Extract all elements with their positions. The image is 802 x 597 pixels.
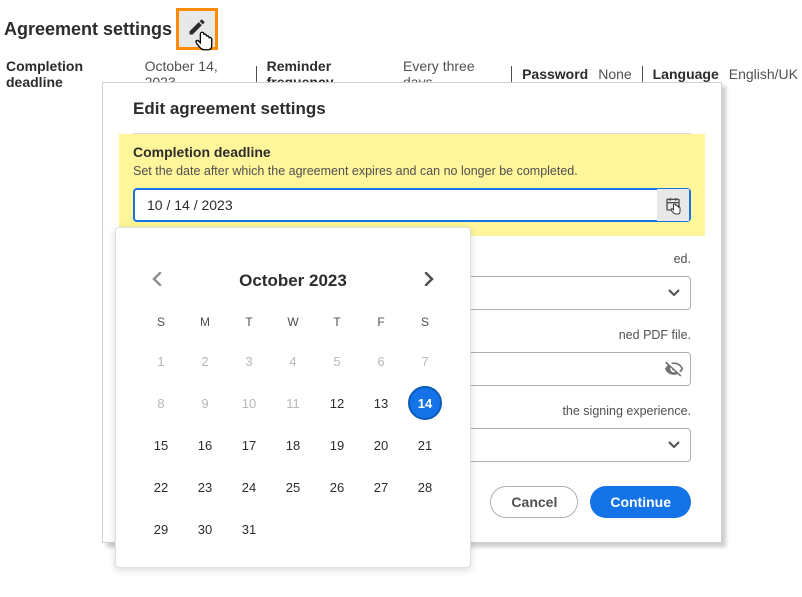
datepicker-day[interactable]: 25	[272, 477, 314, 497]
date-picker-popup: October 2023 SMTWTFS12345678910111213141…	[115, 227, 471, 568]
edit-settings-modal: Edit agreement settings Completion deadl…	[102, 82, 722, 543]
password-summary-label: Password	[522, 66, 588, 82]
chevron-down-icon	[658, 441, 690, 449]
datepicker-day[interactable]: 20	[360, 435, 402, 455]
calendar-picker-button[interactable]	[657, 189, 689, 221]
deadline-date-field[interactable]	[133, 188, 691, 222]
language-summary-label: Language	[653, 66, 719, 82]
datepicker-day[interactable]: 31	[228, 519, 270, 539]
datepicker-day[interactable]: 21	[404, 435, 446, 455]
deadline-desc: Set the date after which the agreement e…	[133, 164, 691, 178]
datepicker-day[interactable]: 24	[228, 477, 270, 497]
password-summary-value: None	[598, 66, 631, 82]
datepicker-day[interactable]: 28	[404, 477, 446, 497]
prev-month-button[interactable]	[148, 268, 166, 293]
chevron-down-icon	[658, 289, 690, 297]
cancel-button[interactable]: Cancel	[490, 486, 578, 518]
visibility-off-icon[interactable]	[658, 359, 690, 379]
modal-title: Edit agreement settings	[133, 99, 691, 119]
datepicker-day[interactable]: 22	[140, 477, 182, 497]
datepicker-day[interactable]: 30	[184, 519, 226, 539]
datepicker-dow: S	[140, 315, 182, 329]
datepicker-day: 7	[404, 351, 446, 371]
datepicker-day: 6	[360, 351, 402, 371]
cursor-hand-icon	[189, 27, 217, 55]
datepicker-day[interactable]: 18	[272, 435, 314, 455]
cursor-hand-icon	[661, 201, 689, 229]
datepicker-day[interactable]: 29	[140, 519, 182, 539]
datepicker-day: 1	[140, 351, 182, 371]
datepicker-day: 10	[228, 393, 270, 413]
datepicker-day[interactable]: 23	[184, 477, 226, 497]
datepicker-day[interactable]: 16	[184, 435, 226, 455]
datepicker-day: 11	[272, 393, 314, 413]
next-month-button[interactable]	[420, 268, 438, 293]
datepicker-day[interactable]: 17	[228, 435, 270, 455]
datepicker-month-label: October 2023	[239, 271, 347, 291]
datepicker-dow: S	[404, 315, 446, 329]
datepicker-day: 4	[272, 351, 314, 371]
datepicker-day[interactable]: 19	[316, 435, 358, 455]
completion-deadline-section: Completion deadline Set the date after w…	[119, 134, 705, 236]
datepicker-day[interactable]: 12	[316, 393, 358, 413]
datepicker-day[interactable]: 26	[316, 477, 358, 497]
divider	[511, 66, 512, 82]
datepicker-dow: F	[360, 315, 402, 329]
datepicker-day[interactable]: 14	[404, 393, 446, 413]
datepicker-day[interactable]: 13	[360, 393, 402, 413]
deadline-date-input[interactable]	[135, 191, 657, 219]
continue-button[interactable]: Continue	[590, 486, 691, 518]
edit-settings-button[interactable]	[176, 8, 218, 50]
datepicker-day: 3	[228, 351, 270, 371]
datepicker-day[interactable]: 27	[360, 477, 402, 497]
language-summary-value: English/UK	[729, 66, 798, 82]
divider	[642, 66, 643, 82]
datepicker-day: 8	[140, 393, 182, 413]
datepicker-dow: M	[184, 315, 226, 329]
datepicker-dow: T	[316, 315, 358, 329]
page-title: Agreement settings	[4, 19, 172, 40]
datepicker-day: 9	[184, 393, 226, 413]
divider	[256, 66, 257, 82]
deadline-title: Completion deadline	[133, 144, 691, 160]
datepicker-dow: T	[228, 315, 270, 329]
datepicker-day[interactable]: 15	[140, 435, 182, 455]
datepicker-dow: W	[272, 315, 314, 329]
datepicker-day: 5	[316, 351, 358, 371]
datepicker-day: 2	[184, 351, 226, 371]
